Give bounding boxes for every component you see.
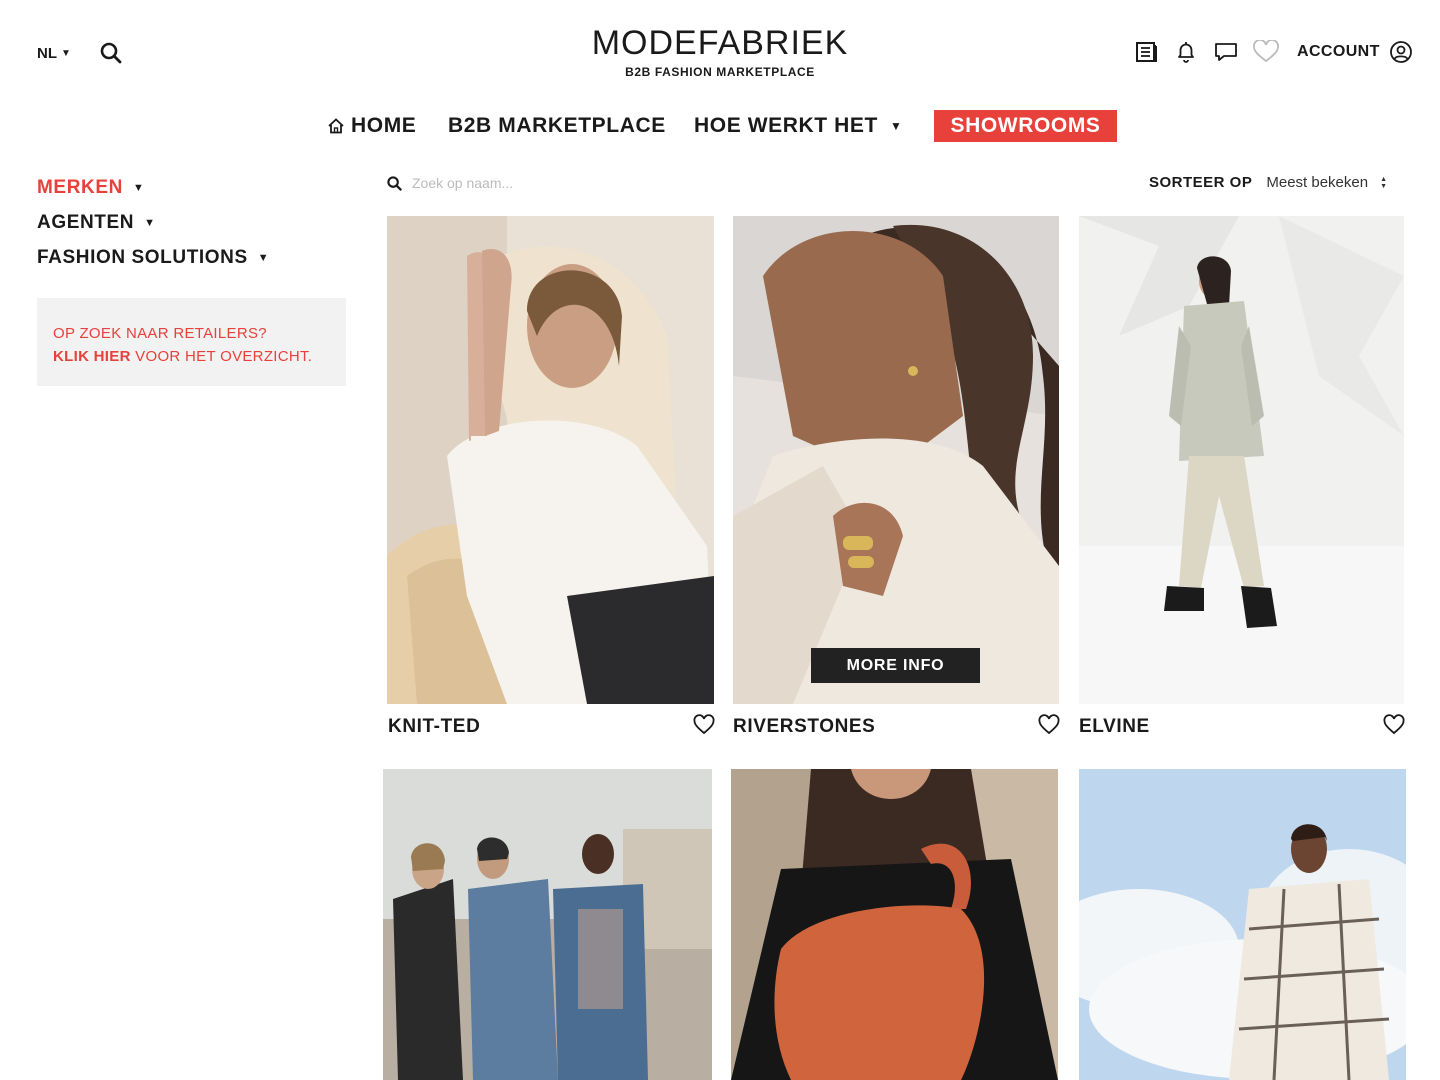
user-icon [1389,41,1412,63]
promo-line-2: KLIK HIER VOOR HET OVERZICHT. [53,345,330,368]
brand-name[interactable]: KNIT-TED [388,716,480,738]
sidebar-item-label: FASHION SOLUTIONS [37,246,248,268]
brand-image-row2-3[interactable] [1079,769,1406,1080]
brand-search [387,170,987,196]
brand-name[interactable]: RIVERSTONES [733,716,875,738]
search-icon [387,175,402,191]
caret-down-icon: ▼ [889,119,903,133]
account-link[interactable]: ACCOUNT [1297,40,1413,64]
bell-icon[interactable] [1172,38,1200,66]
promo-link[interactable]: KLIK HIER [53,348,131,365]
heart-icon[interactable] [1383,714,1405,736]
brand-image-row2-2[interactable] [731,769,1058,1080]
sidebar-item-label: MERKEN [37,176,123,198]
brand-image-row2-1[interactable] [383,769,712,1080]
catalog-icon[interactable] [1132,38,1160,66]
chat-icon[interactable] [1212,38,1240,66]
brand-image-knit-ted[interactable] [387,216,714,704]
nav-hoe-label: HOE WERKT HET [694,114,878,137]
sidebar-item-fashion-solutions[interactable]: FASHION SOLUTIONS ▼ [37,240,347,275]
account-label: ACCOUNT [1297,43,1380,60]
nav-home-label: HOME [351,114,417,137]
nav-b2b-marketplace[interactable]: B2B MARKETPLACE [448,110,666,142]
sort-arrows-icon: ▲ ▼ [1380,175,1388,190]
logo-subtitle: B2B FASHION MARKETPLACE [625,65,815,79]
favorites-heart-icon[interactable] [1252,38,1280,66]
promo-line-1: OP ZOEK NAAR RETAILERS? [53,325,267,342]
nav-home[interactable]: HOME [327,110,416,142]
home-icon [328,118,344,134]
more-info-button[interactable]: MORE INFO [811,648,980,683]
caret-down-icon: ▼ [132,181,145,194]
sidebar: MERKEN ▼ AGENTEN ▼ FASHION SOLUTIONS ▼ O… [37,170,347,386]
sidebar-item-merken[interactable]: MERKEN ▼ [37,170,347,205]
main-nav: HOME B2B MARKETPLACE HOE WERKT HET ▼ SHO… [0,110,1440,142]
brand-image-elvine[interactable] [1079,216,1404,704]
nav-hoe-werkt-het[interactable]: HOE WERKT HET ▼ [694,110,902,142]
sort-label: SORTEER OP [1149,174,1253,191]
heart-icon[interactable] [693,714,715,736]
sort-select[interactable]: Meest bekeken ▲ ▼ [1266,174,1387,191]
sidebar-item-label: AGENTEN [37,211,135,233]
promo-line-2-rest: VOOR HET OVERZICHT. [130,348,313,365]
caret-down-icon: ▼ [257,251,270,264]
search-input[interactable] [412,175,812,191]
brand-image-riverstones[interactable]: MORE INFO [733,216,1059,704]
sort-control: SORTEER OP Meest bekeken ▲ ▼ [1149,174,1387,191]
site-header: NL ▼ MODEFABRIEK B2B FASHION MARKETPLACE… [0,0,1440,100]
header-icons [1132,38,1280,66]
heart-icon[interactable] [1038,714,1060,736]
sidebar-item-agenten[interactable]: AGENTEN ▼ [37,205,347,240]
brand-name[interactable]: ELVINE [1079,716,1150,738]
retailers-promo: OP ZOEK NAAR RETAILERS? KLIK HIER VOOR H… [37,298,346,386]
nav-showrooms[interactable]: SHOWROOMS [934,110,1117,142]
sort-value: Meest bekeken [1266,174,1369,191]
caret-down-icon: ▼ [144,216,156,229]
